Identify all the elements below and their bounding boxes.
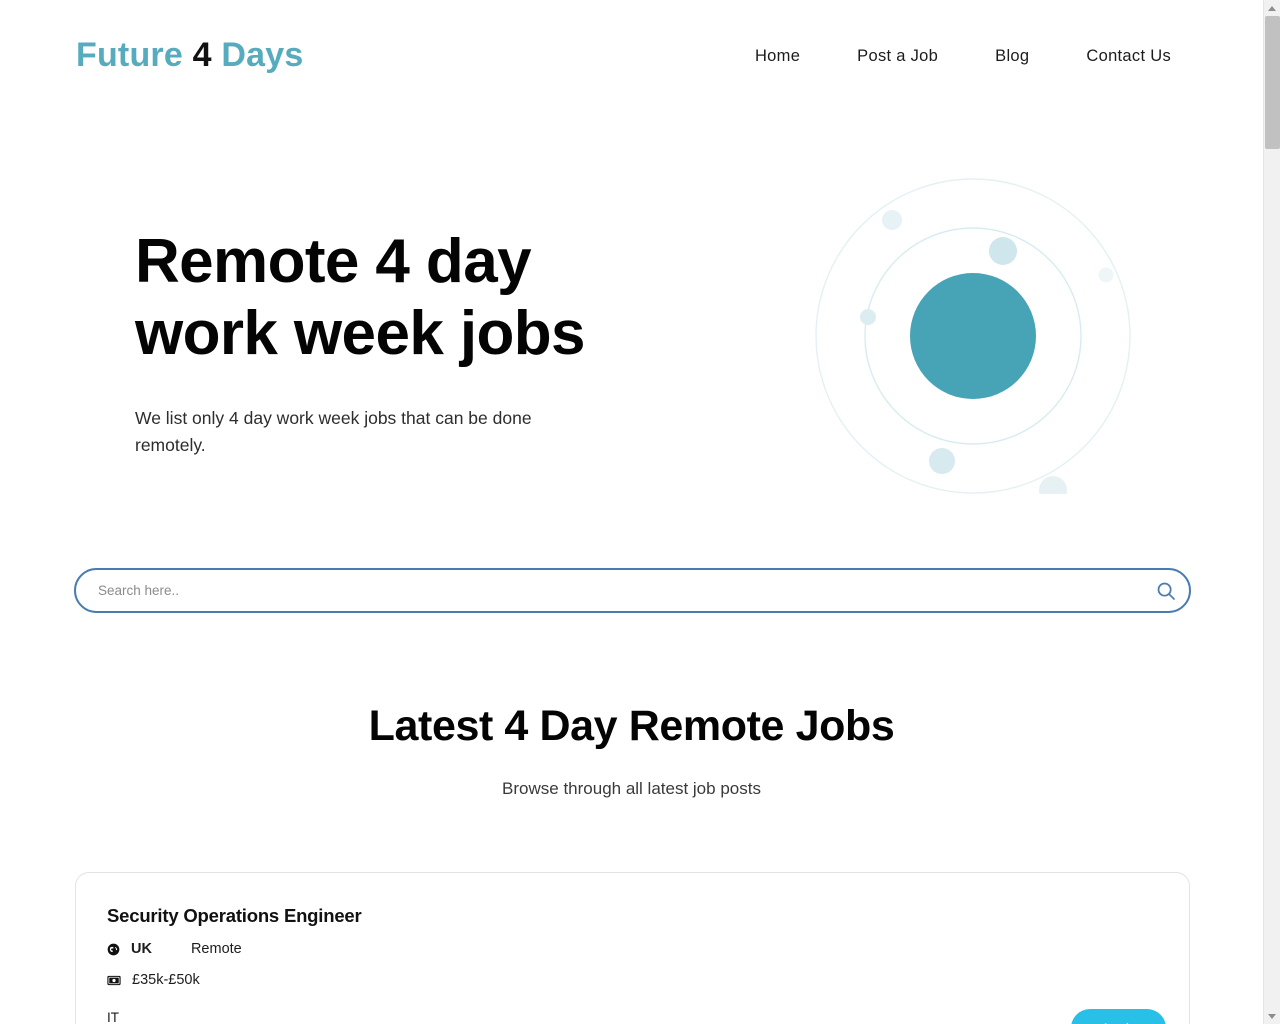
search-icon — [1156, 581, 1176, 601]
logo-text-first: Future — [76, 36, 183, 74]
orbit-core — [910, 273, 1036, 399]
search-input[interactable] — [76, 570, 1143, 611]
hero-title: Remote 4 day work week jobs — [135, 226, 695, 370]
orbit-node-6 — [1039, 476, 1067, 494]
nav-item-home[interactable]: Home — [755, 47, 800, 66]
nav-item-post-a-job[interactable]: Post a Job — [857, 47, 938, 66]
site-header: Future 4 Days Home Post a Job Blog Conta… — [0, 0, 1263, 118]
scroll-up-arrow[interactable] — [1264, 0, 1280, 16]
browser-viewport: Future 4 Days Home Post a Job Blog Conta… — [0, 0, 1263, 1024]
job-work-mode: Remote — [190, 941, 242, 957]
globe-icon — [107, 943, 120, 956]
apply-button[interactable]: Apply — [1071, 1009, 1166, 1024]
job-category: IT — [107, 1010, 119, 1024]
orbit-node-4 — [860, 309, 876, 325]
orbit-node-2 — [989, 237, 1017, 265]
latest-jobs-header: Latest 4 Day Remote Jobs Browse through … — [0, 700, 1263, 799]
search-section — [74, 568, 1191, 613]
vertical-scrollbar[interactable] — [1263, 0, 1280, 1024]
hero-subtitle: We list only 4 day work week jobs that c… — [135, 408, 532, 455]
page-root: Future 4 Days Home Post a Job Blog Conta… — [0, 0, 1280, 1024]
scroll-thumb[interactable] — [1265, 16, 1280, 149]
job-location-row: UK Remote — [107, 941, 242, 957]
hero-text-block: Remote 4 day work week jobs We list only… — [135, 226, 695, 459]
latest-jobs-subtitle: Browse through all latest job posts — [502, 779, 761, 798]
orbit-node-3 — [1098, 267, 1114, 283]
hero-title-line-2: work week jobs — [135, 299, 585, 368]
money-icon — [107, 975, 121, 986]
nav-item-contact-us[interactable]: Contact Us — [1086, 47, 1171, 66]
logo-number: 4 — [192, 36, 212, 74]
hero-title-line-1: Remote 4 day — [135, 227, 532, 296]
nav-item-blog[interactable]: Blog — [995, 47, 1029, 66]
job-country: UK — [131, 941, 152, 957]
job-title: Security Operations Engineer — [107, 905, 362, 926]
orbit-node-5 — [929, 448, 955, 474]
main-navigation: Home Post a Job Blog Contact Us — [755, 47, 1171, 66]
orbit-node-1 — [882, 210, 902, 230]
job-card[interactable]: Security Operations Engineer UK Remote £… — [75, 872, 1190, 1024]
search-box[interactable] — [74, 568, 1191, 613]
site-logo[interactable]: Future 4 Days — [76, 36, 303, 75]
hero-section: Remote 4 day work week jobs We list only… — [0, 118, 1263, 548]
search-button[interactable] — [1143, 570, 1189, 611]
logo-text-second: Days — [221, 36, 304, 74]
scroll-down-arrow[interactable] — [1264, 1008, 1280, 1024]
job-salary-row: £35k-£50k — [107, 972, 200, 988]
job-salary: £35k-£50k — [132, 972, 200, 988]
orbit-illustration — [815, 178, 1131, 494]
latest-jobs-title: Latest 4 Day Remote Jobs — [368, 702, 895, 750]
